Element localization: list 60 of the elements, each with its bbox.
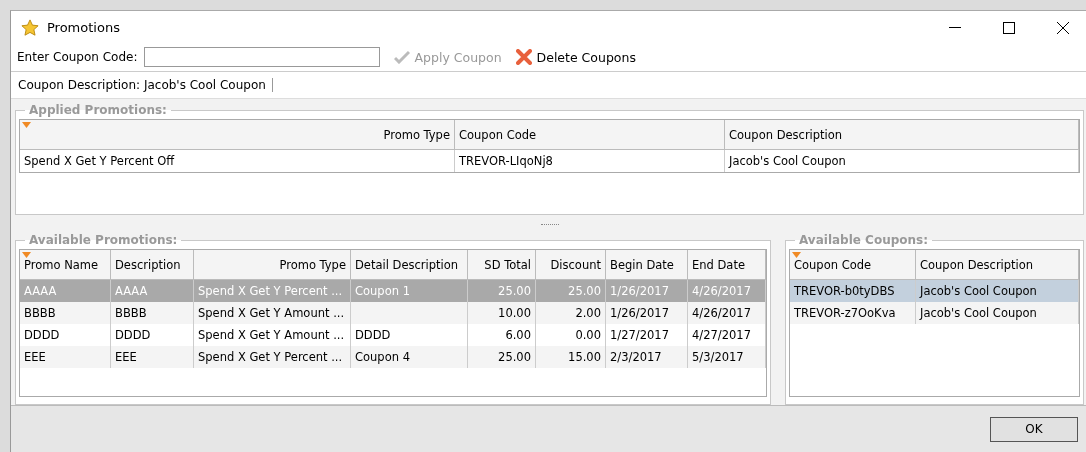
table-cell: 15.00: [536, 346, 606, 368]
panel-title: Available Coupons:: [798, 233, 930, 247]
table-cell: Coupon 1: [351, 280, 468, 302]
column-header[interactable]: Begin Date: [606, 250, 688, 280]
table-cell: 1/26/2017: [606, 302, 688, 324]
table-cell: 10.00: [468, 302, 536, 324]
column-header[interactable]: Coupon Code: [790, 250, 916, 280]
coupon-code-field[interactable]: [143, 47, 380, 68]
table-cell: 25.00: [468, 280, 536, 302]
window-title: Promotions: [47, 20, 121, 35]
panel-title: Available Promotions:: [28, 233, 179, 247]
coupon-code-label: Enter Coupon Code:: [17, 50, 138, 65]
column-header[interactable]: End Date: [688, 250, 766, 280]
table-cell: 2/3/2017: [606, 346, 688, 368]
star-icon: [21, 18, 39, 37]
column-header[interactable]: Promo Name: [20, 250, 111, 280]
column-header[interactable]: Discount: [536, 250, 606, 280]
table-cell: TREVOR-b0tyDBS: [790, 280, 916, 302]
delete-coupons-button[interactable]: Delete Coupons: [511, 49, 640, 66]
column-header[interactable]: Promo Type: [20, 120, 455, 150]
column-header[interactable]: Coupon Description: [916, 250, 1079, 280]
table-cell: Jacob's Cool Coupon: [916, 302, 1079, 324]
panel-title: Applied Promotions:: [28, 103, 168, 117]
table-cell: Coupon 4: [351, 346, 468, 368]
filter-icon[interactable]: [792, 252, 801, 258]
table-cell: 4/26/2017: [688, 302, 766, 324]
table-cell: TREVOR-LIqoNj8: [455, 150, 725, 172]
minimize-icon: [949, 26, 961, 29]
table-cell: BBBB: [20, 302, 111, 324]
column-header[interactable]: Description: [111, 250, 194, 280]
table-cell: 5/3/2017: [688, 346, 766, 368]
coupon-description: Coupon Description: Jacob's Cool Coupon: [18, 78, 273, 92]
column-header[interactable]: SD Total: [468, 250, 536, 280]
table-cell: Jacob's Cool Coupon: [725, 150, 1079, 172]
table-cell: 25.00: [536, 280, 606, 302]
table-cell: Spend X Get Y Amount ...: [194, 302, 351, 324]
checkmark-icon: [393, 50, 410, 65]
cross-icon: [515, 49, 532, 66]
table-cell: TREVOR-z7OoKva: [790, 302, 916, 324]
table-cell: EEE: [111, 346, 194, 368]
filter-icon[interactable]: [22, 122, 31, 128]
column-header[interactable]: Detail Description: [351, 250, 468, 280]
table-cell: AAAA: [20, 280, 111, 302]
table-cell: EEE: [20, 346, 111, 368]
table-cell: AAAA: [111, 280, 194, 302]
column-header[interactable]: Coupon Code: [455, 120, 725, 150]
table-cell: BBBB: [111, 302, 194, 324]
table-cell: Spend X Get Y Percent ...: [194, 280, 351, 302]
filter-icon[interactable]: [22, 252, 31, 258]
table-cell: 1/26/2017: [606, 280, 688, 302]
table-cell: 4/26/2017: [688, 280, 766, 302]
ok-button[interactable]: OK: [990, 416, 1078, 442]
table-cell: 2.00: [536, 302, 606, 324]
table-cell: Spend X Get Y Percent ...: [194, 346, 351, 368]
maximize-icon: [1003, 21, 1015, 34]
column-header[interactable]: Promo Type: [194, 250, 351, 280]
column-header[interactable]: Coupon Description: [725, 120, 1079, 150]
table-cell: Jacob's Cool Coupon: [916, 280, 1079, 302]
close-icon: [1057, 21, 1069, 34]
table-cell: 25.00: [468, 346, 536, 368]
